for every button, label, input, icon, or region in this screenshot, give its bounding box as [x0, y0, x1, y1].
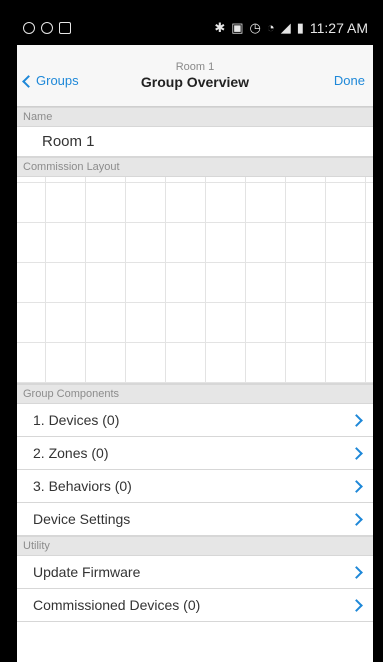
list-item-label: 1. Devices (0) [33, 412, 120, 428]
chevron-right-icon [350, 479, 363, 493]
signal-icon: ◢ [280, 19, 291, 35]
done-button[interactable]: Done [334, 73, 365, 88]
battery-icon: ▮ [296, 19, 304, 35]
wifi-icon: ◔ [266, 20, 275, 35]
chevron-right-icon [350, 598, 363, 612]
gallery-icon [59, 21, 71, 34]
nfc-icon: ▣ [231, 19, 244, 35]
group-name-field[interactable]: Room 1 [17, 127, 373, 157]
device-frame: ✱ ▣ ◷ ◔ ◢ ▮ 11:27 AM Groups Room 1 Group… [0, 0, 383, 662]
chevron-right-icon [350, 512, 363, 526]
list-item-behaviors[interactable]: 3. Behaviors (0) [17, 470, 373, 503]
whatsapp-icon [23, 21, 35, 34]
status-left-icons [23, 21, 71, 34]
section-header-utility: Utility [17, 536, 373, 556]
list-item-device-settings[interactable]: Device Settings [17, 503, 373, 536]
status-bar: ✱ ▣ ◷ ◔ ◢ ▮ 11:27 AM [17, 10, 373, 45]
chevron-right-icon [350, 565, 363, 579]
app-screen: ✱ ▣ ◷ ◔ ◢ ▮ 11:27 AM Groups Room 1 Group… [17, 10, 373, 662]
chevron-right-icon [350, 446, 363, 460]
bluetooth-icon: ✱ [214, 19, 226, 35]
nav-title-group: Room 1 Group Overview [17, 61, 373, 90]
status-right-icons: ✱ ▣ ◷ ◔ ◢ ▮ 11:27 AM [214, 20, 368, 36]
list-item-label: 2. Zones (0) [33, 445, 109, 461]
list-item-devices[interactable]: 1. Devices (0) [17, 404, 373, 437]
section-header-components: Group Components [17, 384, 373, 404]
list-item-zones[interactable]: 2. Zones (0) [17, 437, 373, 470]
page-title: Group Overview [140, 74, 250, 90]
section-header-layout: Commission Layout [17, 157, 373, 177]
section-header-name: Name [17, 107, 373, 127]
alarm-icon: ◷ [249, 19, 261, 35]
chevron-right-icon [350, 413, 363, 427]
whatsapp-icon [41, 21, 53, 34]
commission-layout-grid[interactable] [17, 177, 373, 384]
nav-subtitle: Room 1 [175, 61, 215, 73]
list-item-label: Commissioned Devices (0) [33, 597, 201, 613]
list-item-label: 3. Behaviors (0) [33, 478, 132, 494]
list-item-label: Update Firmware [33, 564, 141, 580]
list-item-commissioned-devices[interactable]: Commissioned Devices (0) [17, 589, 373, 622]
list-item-update-firmware[interactable]: Update Firmware [17, 556, 373, 589]
navigation-bar: Groups Room 1 Group Overview Done [17, 45, 373, 107]
status-time: 11:27 AM [309, 19, 368, 36]
list-item-label: Device Settings [33, 511, 131, 527]
